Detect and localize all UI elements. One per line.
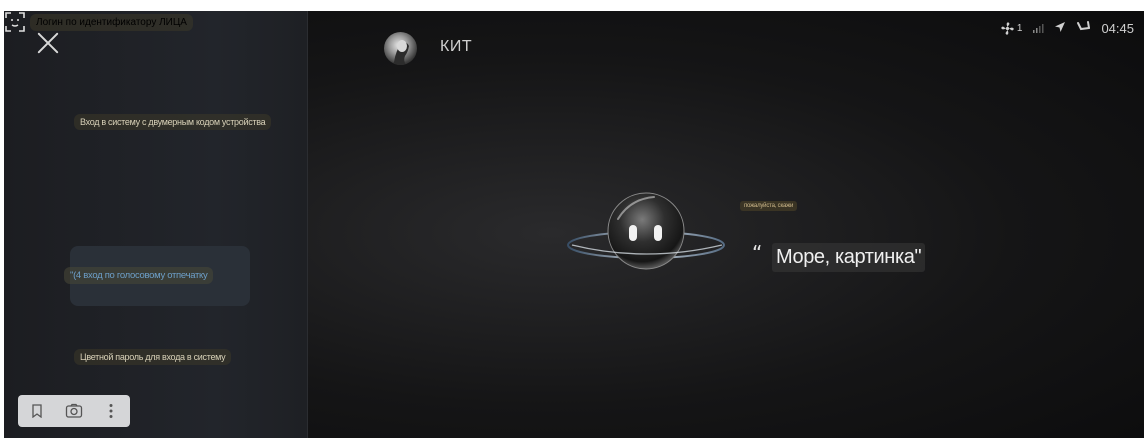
floating-toolbar <box>18 395 130 427</box>
fan-icon: 1 <box>1000 21 1023 36</box>
signal-icon <box>1032 21 1044 36</box>
login-options-panel: Вход в систему с двумерным кодом устройс… <box>4 11 308 438</box>
suggested-phrase: Море, картинка" <box>772 243 926 272</box>
open-quote: “ <box>752 241 763 265</box>
more-vert-icon[interactable] <box>92 395 129 427</box>
voice-hint-label: пожалуйста, скажи <box>740 201 798 211</box>
screen: Вход в систему с двумерным кодом устройс… <box>4 11 1144 438</box>
seat-icon <box>1076 20 1091 36</box>
assistant-name: КИТ <box>440 38 473 55</box>
voice-login-option[interactable]: "(4 вход по голосовому отпечатку <box>64 267 214 284</box>
fan-level: 1 <box>1016 22 1023 34</box>
bookmark-icon[interactable] <box>18 395 55 427</box>
color-password-option[interactable]: Цветной пароль для входа в систему <box>74 349 232 365</box>
face-id-icon <box>4 11 26 33</box>
status-bar: 1 04:45 <box>1000 19 1134 37</box>
face-login-label: Логин по идентификатору ЛИЦА <box>30 13 193 31</box>
status-time: 04:45 <box>1101 20 1134 36</box>
assistant-avatar <box>384 32 417 65</box>
location-arrow-icon <box>1054 21 1066 36</box>
voice-assistant-orb[interactable] <box>564 189 734 279</box>
close-icon[interactable] <box>34 29 62 57</box>
camera-icon[interactable] <box>55 395 92 427</box>
login-2d-code-option[interactable]: Вход в систему с двумерным кодом устройс… <box>74 114 272 130</box>
